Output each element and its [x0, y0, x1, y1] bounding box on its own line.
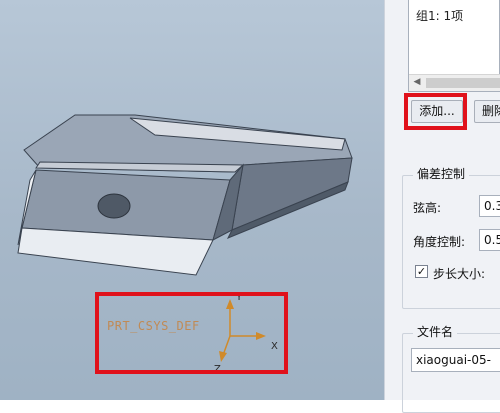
- tolerance-group-title: 偏差控制: [413, 165, 470, 182]
- angle-control-label: 角度控制:: [413, 235, 466, 249]
- model-hole: [97, 193, 131, 219]
- filename-group-title: 文件名: [413, 323, 458, 340]
- scroll-left-icon[interactable]: ◀: [410, 75, 424, 90]
- list-item[interactable]: 组1: 1项: [416, 7, 463, 24]
- chord-height-label: 弦高:: [413, 201, 442, 215]
- angle-control-input[interactable]: 0.5: [479, 229, 500, 251]
- step-size-checkbox[interactable]: ✓: [415, 265, 428, 278]
- filename-group: [402, 333, 500, 413]
- delete-button[interactable]: 删除: [474, 100, 500, 123]
- csys-highlight-box: [95, 292, 288, 374]
- graphics-viewport[interactable]: PRT_CSYS_DEF Y X Z: [0, 0, 384, 400]
- step-size-label: 步长大小:: [433, 267, 486, 281]
- filename-input[interactable]: xiaoguai-05-: [411, 348, 500, 372]
- add-highlight-box: [404, 93, 467, 130]
- chord-height-input[interactable]: 0.3: [479, 195, 500, 217]
- scrollbar-thumb[interactable]: [426, 78, 500, 88]
